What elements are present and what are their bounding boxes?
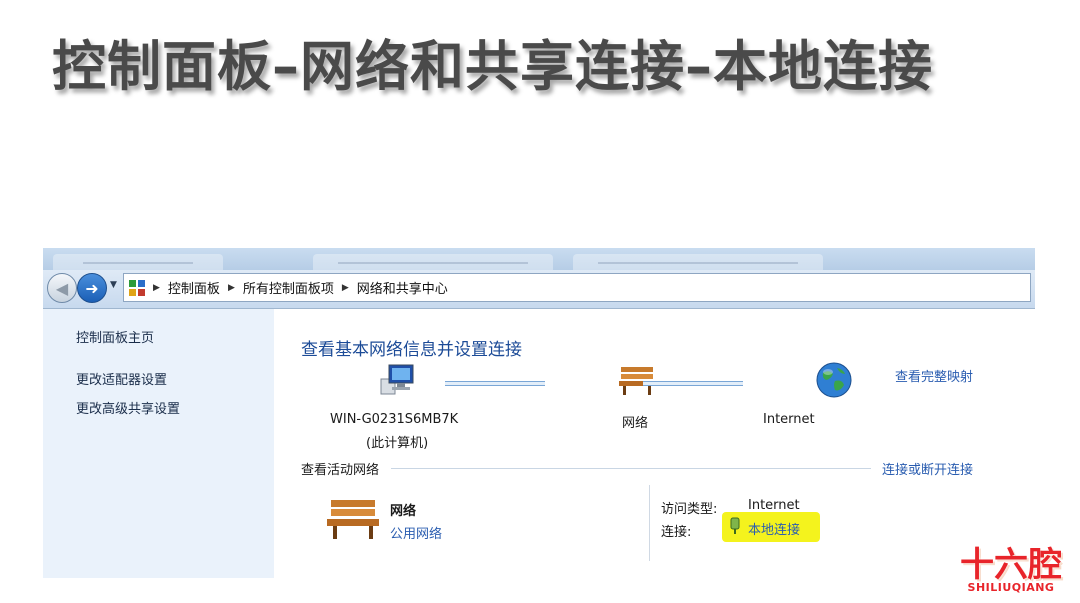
breadcrumb-separator-icon[interactable]: ▶ xyxy=(342,283,349,293)
slide-title: 控制面板–网络和共享连接–本地连接 xyxy=(52,35,933,98)
bench-icon xyxy=(327,500,379,539)
back-button[interactable]: ◀ xyxy=(47,273,77,303)
network-node-label: 网络 xyxy=(622,416,649,431)
connection-label: 连接: xyxy=(661,525,692,540)
divider xyxy=(649,485,650,561)
internet-node-label: Internet xyxy=(763,412,815,427)
network-adapter-icon xyxy=(730,517,740,534)
history-dropdown-icon[interactable]: ▼ xyxy=(110,280,117,290)
connector-line xyxy=(643,381,743,386)
view-full-map-link[interactable]: 查看完整映射 xyxy=(895,366,973,385)
logo-text: 十六腔 xyxy=(960,545,1062,585)
computer-sub-label: (此计算机) xyxy=(366,436,429,451)
browser-tabstrip xyxy=(43,248,1035,270)
breadcrumb-network-center[interactable]: 网络和共享中心 xyxy=(357,278,448,297)
address-field[interactable]: ▶ 控制面板 ▶ 所有控制面板项 ▶ 网络和共享中心 xyxy=(123,273,1031,302)
computer-icon[interactable] xyxy=(377,361,417,397)
logo-subtext: SHILIUQIANG xyxy=(967,581,1055,594)
local-connection-link[interactable]: 本地连接 xyxy=(748,519,800,538)
access-type-value: Internet xyxy=(748,498,800,513)
network-type-link[interactable]: 公用网络 xyxy=(390,523,442,542)
control-panel-icon xyxy=(129,279,145,296)
access-type-label: 访问类型: xyxy=(661,502,718,517)
globe-icon[interactable] xyxy=(815,361,853,399)
network-sharing-center-screenshot: ◀ ➜ ▼ ▶ 控制面板 ▶ 所有控制面板项 ▶ 网络和共享中心 控制面板主页 … xyxy=(43,248,1035,578)
active-network-name: 网络 xyxy=(390,504,417,519)
computer-name: WIN-G0231S6MB7K xyxy=(330,412,459,427)
breadcrumb-separator-icon[interactable]: ▶ xyxy=(153,283,160,293)
sidebar-item-control-panel-home[interactable]: 控制面板主页 xyxy=(76,327,154,346)
divider xyxy=(391,468,871,469)
address-bar: ◀ ➜ ▼ ▶ 控制面板 ▶ 所有控制面板项 ▶ 网络和共享中心 xyxy=(43,270,1035,309)
breadcrumb-separator-icon[interactable]: ▶ xyxy=(228,283,235,293)
sidebar-item-advanced-sharing[interactable]: 更改高级共享设置 xyxy=(76,398,180,417)
breadcrumb-control-panel[interactable]: 控制面板 xyxy=(168,278,220,297)
active-networks-title: 查看活动网络 xyxy=(301,463,380,478)
sidebar-item-adapter-settings[interactable]: 更改适配器设置 xyxy=(76,369,167,388)
forward-button[interactable]: ➜ xyxy=(77,273,107,303)
page-title: 查看基本网络信息并设置连接 xyxy=(301,340,522,360)
sidebar: 控制面板主页 更改适配器设置 更改高级共享设置 xyxy=(43,309,274,578)
main-content: 查看基本网络信息并设置连接 查看完整映射 WIN-G0231S6MB7K (此计… xyxy=(274,309,1035,578)
connect-disconnect-link[interactable]: 连接或断开连接 xyxy=(882,459,973,478)
breadcrumb-all-items[interactable]: 所有控制面板项 xyxy=(243,278,334,297)
connector-line xyxy=(445,381,545,386)
brand-logo: 十六腔 SHILIUQIANG xyxy=(946,537,1076,599)
bench-icon[interactable] xyxy=(617,363,657,397)
